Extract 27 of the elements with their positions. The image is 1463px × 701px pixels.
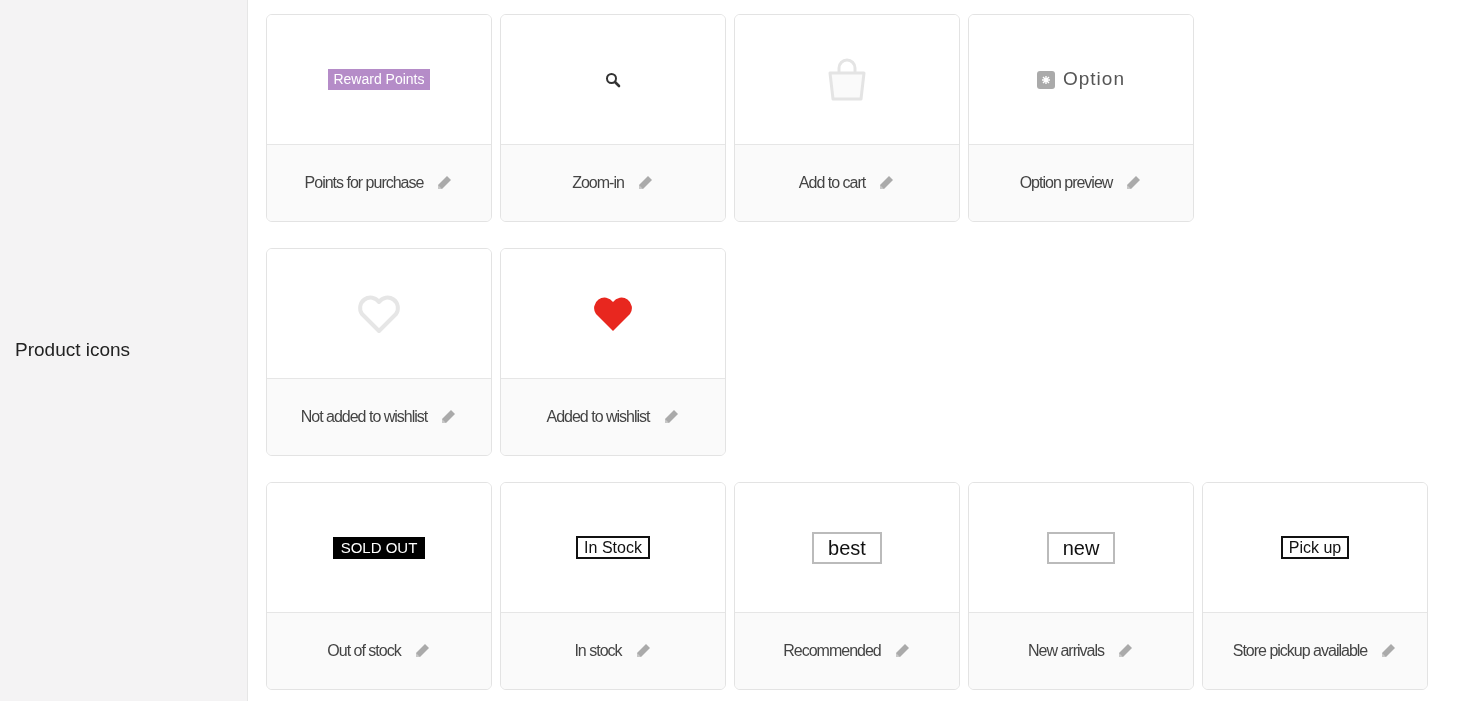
icon-name: Add to cart	[798, 173, 866, 193]
edit-icon[interactable]	[1379, 642, 1398, 660]
badge: SOLD OUT	[332, 536, 426, 559]
edit-icon[interactable]	[877, 174, 896, 192]
icon-name: Points for purchase	[304, 173, 424, 193]
option-label: Option	[1063, 67, 1125, 92]
edit-icon[interactable]	[1124, 174, 1143, 192]
icon-name: New arrivals	[1028, 641, 1104, 661]
badge: Reward Points	[328, 69, 430, 90]
badge: new	[1046, 531, 1116, 564]
badge: In Stock	[576, 535, 650, 560]
icon-name: Recommended	[783, 641, 881, 661]
icon-name: Not added to wishlist	[300, 407, 428, 427]
badge: Pick up	[1280, 535, 1350, 560]
icon-name: Store pickup available	[1232, 641, 1368, 661]
icon-name: Zoom-in	[572, 173, 624, 193]
icon-name: Option preview	[1019, 173, 1113, 193]
checkbox-icon	[1037, 70, 1055, 89]
icon-name: Out of stock	[327, 641, 401, 661]
badge: best	[812, 531, 882, 564]
section-label: Product icons	[15, 338, 131, 363]
edit-icon[interactable]	[1116, 642, 1134, 660]
edit-icon[interactable]	[435, 174, 454, 192]
icon-name: In stock	[574, 641, 622, 661]
search-icon	[605, 71, 621, 88]
edit-icon[interactable]	[439, 408, 458, 426]
icon-name: Added to wishlist	[546, 407, 650, 427]
